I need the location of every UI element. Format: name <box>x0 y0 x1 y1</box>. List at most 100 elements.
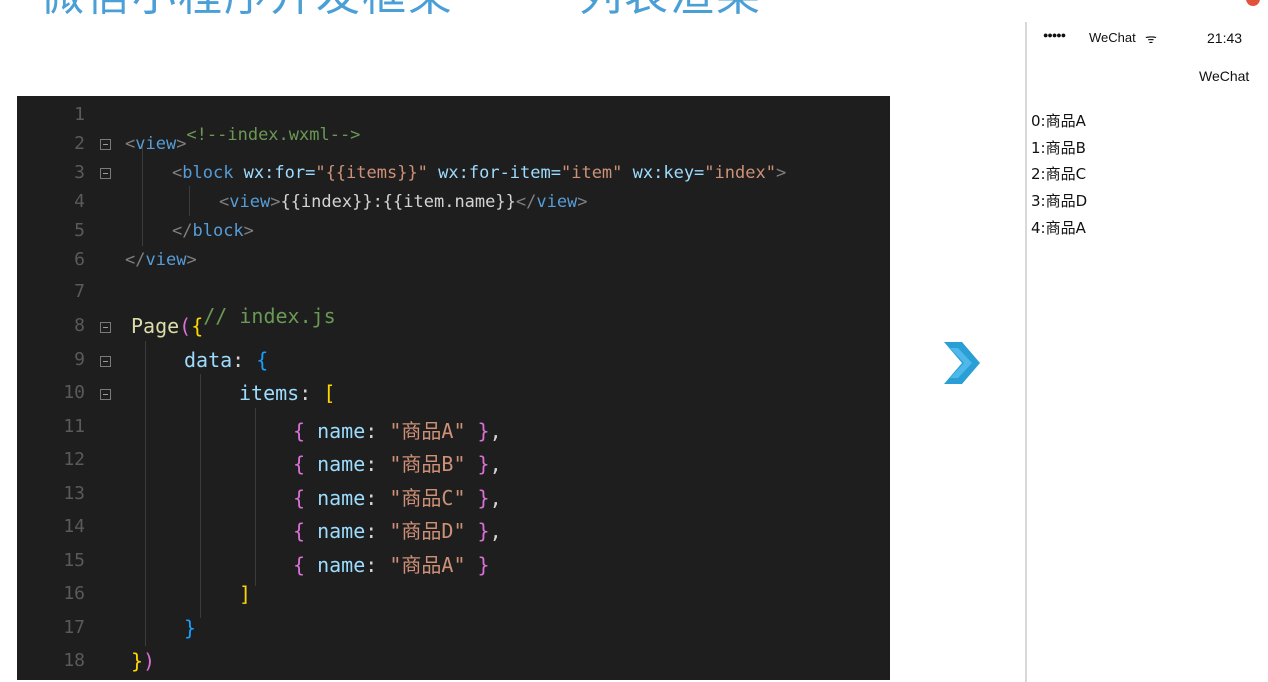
line-number: 3 <box>74 162 85 183</box>
code-token: } <box>131 649 144 673</box>
code-token: { <box>293 553 318 577</box>
code-line: 11 { name: "商品A" }, <box>17 412 890 446</box>
code-token: data <box>184 348 233 372</box>
code-token: "商品B" <box>389 452 466 476</box>
line-number: 7 <box>74 281 85 302</box>
code-token: : <box>365 486 390 510</box>
code-token: : <box>232 348 257 372</box>
status-time: 21:43 <box>1207 30 1243 46</box>
code-token: "index" <box>704 163 776 183</box>
code-editor: 1 <!--index.wxml--> 2 <view> 3 <block wx… <box>17 96 890 680</box>
line-number: 4 <box>74 191 85 212</box>
code-token: { <box>191 314 204 338</box>
code-token: } <box>465 519 490 543</box>
code-token: Page <box>131 314 180 338</box>
code-token: wx:for= <box>233 163 316 183</box>
fold-toggle-icon[interactable] <box>100 389 111 400</box>
signal-icon: ●●●●● <box>1043 30 1066 40</box>
code-token: name <box>317 486 366 510</box>
line-number: 15 <box>63 550 85 571</box>
code-token: { <box>293 486 318 510</box>
code-token: , <box>489 486 502 510</box>
status-bar: ●●●●● WeChat ᯤ 21:43 <box>1027 22 1268 54</box>
code-line: 15 { name: "商品A" } <box>17 546 890 580</box>
list-item: 1:商品B <box>1031 139 1086 157</box>
code-line: 16 ] <box>17 579 890 613</box>
code-token: < <box>125 134 136 154</box>
line-number: 2 <box>74 133 85 154</box>
list-item: 2:商品C <box>1031 165 1087 183</box>
code-token: name <box>317 519 366 543</box>
code-token: } <box>465 419 490 443</box>
line-number: 16 <box>63 583 85 604</box>
logo-dot <box>1246 0 1260 6</box>
nav-title: WeChat <box>1199 68 1250 84</box>
code-token: view <box>536 192 578 212</box>
code-token: </ <box>172 221 193 241</box>
line-number: 6 <box>74 249 85 270</box>
code-token: "商品D" <box>389 519 466 543</box>
line-number: 1 <box>74 104 85 125</box>
code-line: 13 { name: "商品C" }, <box>17 479 890 513</box>
fold-toggle-icon[interactable] <box>100 139 111 150</box>
list-item: 0:商品A <box>1031 112 1086 130</box>
code-line: 5 </block> <box>17 218 890 248</box>
code-token: name <box>317 419 366 443</box>
code-token: > <box>577 192 588 212</box>
line-number: 12 <box>63 449 85 470</box>
code-token: , <box>489 419 502 443</box>
code-token: view <box>145 250 187 270</box>
code-token: { <box>293 519 318 543</box>
line-number: 5 <box>74 220 85 241</box>
list-item: 3:商品D <box>1031 192 1088 210</box>
code-token: [ <box>323 381 336 405</box>
code-line: 9 data: { <box>17 345 890 379</box>
code-token: "商品C" <box>389 486 466 510</box>
code-token: "商品A" <box>389 553 466 577</box>
line-number: 17 <box>63 617 85 638</box>
code-line: 18 }) <box>17 646 890 680</box>
code-line: 1 <!--index.wxml--> <box>17 102 890 145</box>
code-token: "商品A" <box>389 419 466 443</box>
fold-toggle-icon[interactable] <box>100 322 111 333</box>
chevron-right-icon <box>944 342 980 384</box>
code-line: 7 // index.js <box>17 277 890 328</box>
code-line: 4 <view>{{index}}:{{item.name}}</view> <box>17 189 890 219</box>
code-token: { <box>293 419 318 443</box>
line-number: 10 <box>63 382 85 403</box>
code-token: : <box>365 519 390 543</box>
code-token: view <box>135 134 177 154</box>
code-line: 10 items: [ <box>17 378 890 412</box>
code-token: } <box>465 486 490 510</box>
code-token: : <box>299 381 324 405</box>
code-token: ( <box>179 314 192 338</box>
code-token: {{index}}:{{item.name}} <box>280 192 516 212</box>
code-token: items <box>239 381 300 405</box>
code-token: > <box>186 250 197 270</box>
code-token: } <box>465 553 490 577</box>
code-token: < <box>172 163 183 183</box>
fold-toggle-icon[interactable] <box>100 356 111 367</box>
code-token: ] <box>239 582 252 606</box>
code-token: : <box>365 553 390 577</box>
code-line: 17 } <box>17 613 890 647</box>
code-line: 14 { name: "商品D" }, <box>17 512 890 546</box>
fold-toggle-icon[interactable] <box>100 168 111 179</box>
code-token: name <box>317 553 366 577</box>
line-number: 14 <box>63 516 85 537</box>
code-token: : <box>365 419 390 443</box>
code-token: > <box>176 134 187 154</box>
code-line: 8 Page({ <box>17 311 890 345</box>
line-number: 13 <box>63 483 85 504</box>
code-token: </ <box>125 250 146 270</box>
code-token: { <box>293 452 318 476</box>
code-token: { <box>256 348 269 372</box>
code-token: "item" <box>560 163 623 183</box>
code-token: wx:key= <box>622 163 705 183</box>
code-token: block <box>182 163 234 183</box>
line-number: 11 <box>63 416 85 437</box>
code-line: 3 <block wx:for="{{items}}" wx:for-item=… <box>17 160 890 190</box>
code-token: </ <box>515 192 537 212</box>
line-number: 18 <box>63 650 85 671</box>
code-token: wx:for-item= <box>427 163 561 183</box>
